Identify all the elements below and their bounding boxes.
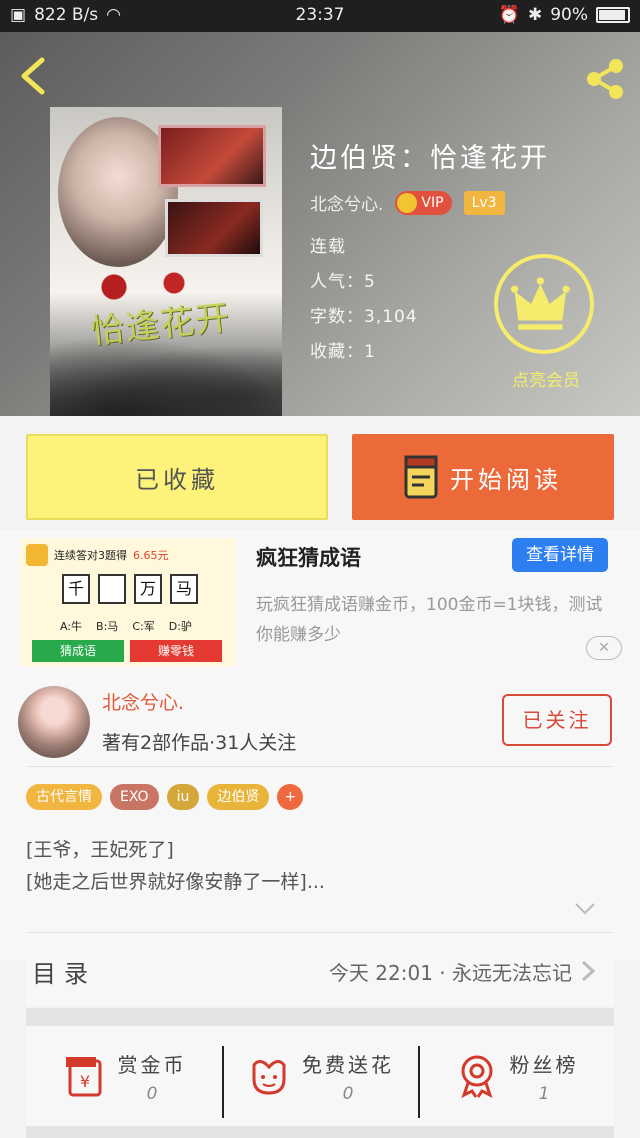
- section-separator: [26, 1008, 614, 1026]
- tag-item[interactable]: EXO: [110, 784, 159, 810]
- author-stats: 著有2部作品·31人关注: [102, 732, 297, 754]
- member-button[interactable]: [494, 254, 594, 354]
- synopsis[interactable]: [王爷，王妃死了] [她走之后世界就好像安静了一样]...: [26, 834, 325, 898]
- divider: [26, 932, 614, 933]
- idiom-char: [98, 574, 126, 604]
- ad-banner[interactable]: 连续答对3题得 6.65元 千 万 马 A:牛 B:马 C:军 D:驴 猜成语 赚…: [0, 530, 640, 670]
- idiom-option: D:驴: [168, 620, 192, 633]
- stat-value: 1: [538, 1083, 550, 1104]
- ad-image[interactable]: 连续答对3题得 6.65元 千 万 马 A:牛 B:马 C:军 D:驴 猜成语 赚…: [20, 538, 236, 666]
- idiom-char: 马: [170, 574, 198, 604]
- crown-icon: [510, 277, 570, 330]
- tag-item[interactable]: 边伯贤: [207, 784, 270, 810]
- member-label: 点亮会员: [512, 371, 580, 391]
- battery-icon: [596, 7, 630, 23]
- cover-photo: [158, 125, 266, 187]
- vip-badge: VIP: [395, 190, 452, 215]
- ad-detail-button[interactable]: 查看详情: [512, 538, 608, 572]
- cover-decoration: [50, 336, 282, 416]
- ad-headline: 连续答对3题得: [54, 549, 127, 562]
- bluetooth-icon: ✱: [527, 5, 543, 25]
- alarm-icon: ⏰: [498, 5, 520, 25]
- author-section: 北念兮心. 著有2部作品·31人关注 已关注 古代言情 EXO iu 边伯贤 +…: [0, 670, 640, 960]
- latest-chapter: 今天 22:01 · 永远无法忘记: [328, 960, 572, 985]
- idiom-option: C:军: [132, 620, 155, 633]
- start-reading-label: 开始阅读: [450, 465, 562, 494]
- chevron-down-icon[interactable]: [574, 902, 596, 916]
- book-title: 边伯贤：恰逢花开: [310, 143, 550, 174]
- author-line: 北念兮心. VIP Lv3: [310, 190, 505, 215]
- stats-bar: ¥ 赏金币 0 免费送花 0 粉丝榜 1: [26, 1026, 614, 1126]
- vip-label: VIP: [421, 194, 444, 211]
- book-icon: [404, 455, 438, 499]
- start-reading-button[interactable]: 开始阅读: [352, 434, 614, 520]
- section-separator: [26, 1126, 614, 1138]
- idiom-option: A:牛: [60, 620, 83, 633]
- ad-earn-button: 赚零钱: [130, 640, 222, 662]
- add-tag-button[interactable]: +: [277, 784, 304, 810]
- author-card-name[interactable]: 北念兮心.: [102, 688, 184, 715]
- level-badge: Lv3: [463, 190, 505, 215]
- ad-money: 6.65元: [133, 549, 169, 562]
- avatar[interactable]: [18, 686, 90, 758]
- tag-item[interactable]: iu: [166, 784, 200, 810]
- follow-button[interactable]: 已关注: [502, 694, 612, 746]
- svg-text:¥: ¥: [79, 1072, 89, 1091]
- collected-button[interactable]: 已收藏: [26, 434, 328, 520]
- flower-icon: [252, 1060, 286, 1095]
- crown-icon: [397, 192, 418, 213]
- tag-list: 古代言情 EXO iu 边伯贤 +: [26, 784, 304, 810]
- idiom-char: 万: [134, 574, 162, 604]
- status-bar: ▣ 822 B/s ◠ 23:37 ⏰ ✱ 90%: [0, 0, 640, 32]
- stat-label: 赏金币: [117, 1052, 187, 1077]
- chevron-right-icon: [581, 960, 596, 982]
- popularity: 人气：5: [310, 272, 376, 292]
- battery-percent: 90%: [550, 5, 588, 25]
- red-envelope-icon: ¥: [65, 1057, 101, 1097]
- divider: [26, 766, 614, 767]
- author-name[interactable]: 北念兮心.: [310, 190, 383, 215]
- stat-value: 0: [146, 1083, 158, 1104]
- book-cover[interactable]: 恰逢花开: [50, 107, 282, 416]
- toc-row[interactable]: 目录 今天 22:01 · 永远无法忘记: [26, 936, 614, 1006]
- reward-coins-button[interactable]: ¥ 赏金币 0: [26, 1026, 222, 1126]
- stat-label: 粉丝榜: [509, 1052, 579, 1077]
- word-count: 字数：3,104: [310, 307, 418, 327]
- ad-description: 玩疯狂猜成语赚金币，100金币=1块钱，测试你能赚多少: [256, 595, 603, 645]
- ad-guess-button: 猜成语: [32, 640, 124, 662]
- cover-photo: [165, 199, 263, 257]
- fan-ranking-button[interactable]: 粉丝榜 1: [418, 1026, 614, 1126]
- tag-item[interactable]: 古代言情: [26, 784, 102, 810]
- toc-label: 目录: [32, 959, 96, 988]
- favorite-count: 收藏：1: [310, 342, 376, 362]
- back-arrow-icon[interactable]: [14, 56, 54, 96]
- stat-label: 免费送花: [302, 1052, 394, 1077]
- serial-status: 连载: [310, 237, 346, 257]
- app-logo-icon: [26, 544, 48, 566]
- synopsis-line: [王爷，王妃死了]: [26, 839, 174, 861]
- idiom-option: B:马: [96, 620, 119, 633]
- close-icon[interactable]: ✕: [586, 636, 622, 660]
- medal-icon: [460, 1055, 493, 1098]
- share-icon[interactable]: [582, 56, 628, 102]
- book-header: 恰逢花开 边伯贤：恰逢花开 北念兮心. VIP Lv3 连载 人气：5 字数：3…: [0, 32, 640, 416]
- ad-title: 疯狂猜成语: [256, 546, 361, 570]
- stat-value: 0: [342, 1083, 354, 1104]
- idiom-char: 千: [62, 574, 90, 604]
- synopsis-line: [她走之后世界就好像安静了一样]...: [26, 871, 325, 893]
- send-flower-button[interactable]: 免费送花 0: [222, 1026, 418, 1126]
